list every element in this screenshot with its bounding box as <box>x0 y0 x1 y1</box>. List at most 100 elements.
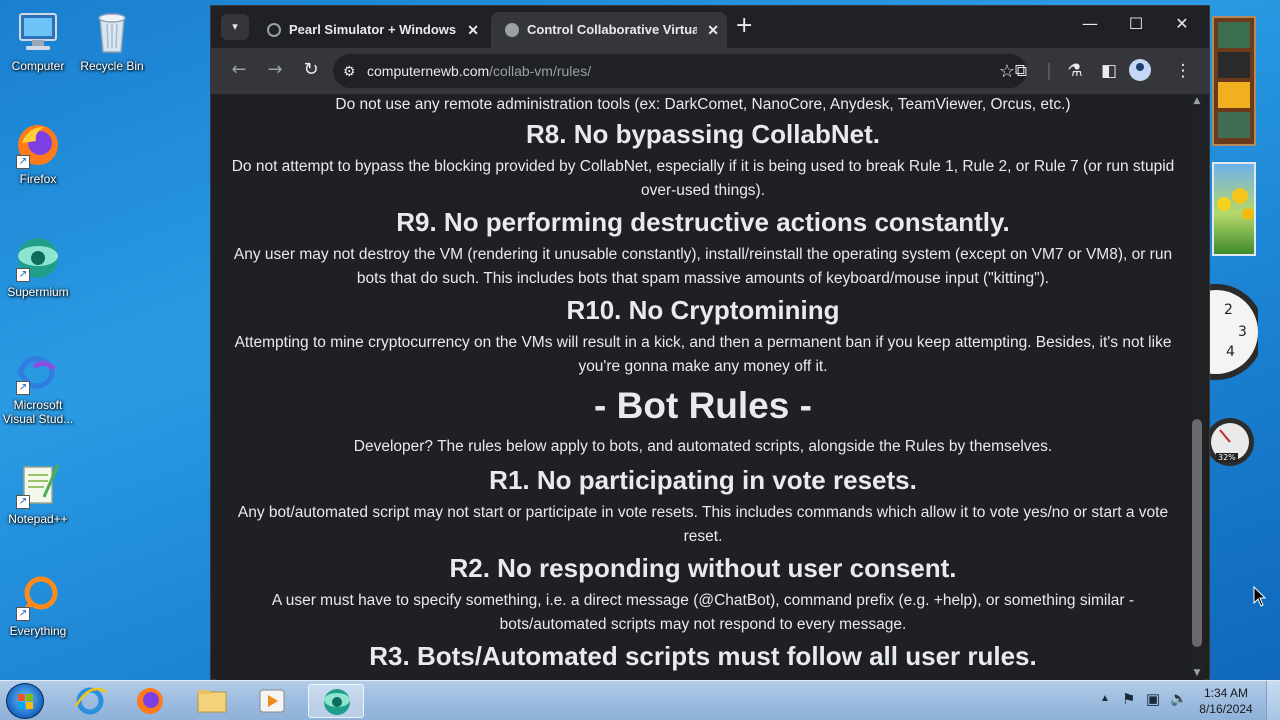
shortcut-arrow-icon: ↗ <box>16 268 30 282</box>
bot-rule-heading: R2. No responding without user consent. <box>449 553 957 583</box>
browser-toolbar: ← → ↻ ⚙ computernewb.com/collab-vm/rules… <box>211 48 1209 94</box>
labs-flask-icon[interactable]: ⚗ <box>1063 60 1087 82</box>
volume-muted-icon[interactable]: 🔈 <box>1170 690 1187 707</box>
show-desktop-button[interactable] <box>1266 681 1280 720</box>
desktop-icon-label: Everything <box>9 624 67 638</box>
side-panel-icon[interactable]: ◧ <box>1097 60 1121 82</box>
picture-gadget[interactable] <box>1212 162 1256 256</box>
chevron-down-icon: ▾ <box>232 20 238 33</box>
scroll-up-arrow-icon[interactable]: ▲ <box>1189 96 1205 106</box>
clock-date: 8/16/2024 <box>1199 702 1253 716</box>
desktop-icon-label: Computer <box>11 59 65 73</box>
desktop-icon-label: Supermium <box>7 285 69 299</box>
taskbar-firefox[interactable] <box>122 684 178 718</box>
forward-button[interactable]: → <box>263 60 287 80</box>
menu-kebab-icon[interactable]: ⋮ <box>1171 60 1195 82</box>
tab-strip: ▾ Pearl Simulator + Windows 7 - ✕ Contro… <box>211 6 1209 48</box>
clock-number: 2 <box>1224 302 1233 318</box>
bot-rules-intro: Developer? The rules below apply to bots… <box>353 438 1053 455</box>
minimize-button[interactable]: — <box>1067 14 1113 33</box>
desktop-icon-supermium[interactable]: ↗ Supermium <box>0 234 76 299</box>
bot-rule-text: A user must have to specify something, i… <box>271 592 1135 633</box>
globe-icon <box>505 23 519 37</box>
taskbar-media-player[interactable] <box>244 684 300 718</box>
close-tab-icon[interactable]: ✕ <box>467 12 479 48</box>
shortcut-arrow-icon: ↗ <box>16 607 30 621</box>
clock-icon <box>1168 284 1264 380</box>
clock-number: 3 <box>1238 324 1247 340</box>
desktop-icon-firefox[interactable]: ↗ Firefox <box>0 121 76 186</box>
rule-heading: R8. No bypassing CollabNet. <box>526 119 880 149</box>
action-center-flag-icon[interactable]: ⚑ <box>1122 690 1135 708</box>
media-player-icon <box>259 689 285 713</box>
url-host: computernewb.com <box>367 63 490 79</box>
bot-rule-heading: R3. Bots/Automated scripts must follow a… <box>369 641 1037 671</box>
desktop-icon-label: Notepad++ <box>8 512 68 526</box>
taskbar-supermium[interactable] <box>308 684 364 718</box>
bot-rule-heading: R1. No participating in vote resets. <box>489 465 917 495</box>
intro-text: Do not use any remote administration too… <box>335 96 1071 113</box>
tab-title: Control Collaborative Virtual M <box>527 22 697 37</box>
desktop-icon-everything[interactable]: ↗ Everything <box>0 573 76 638</box>
tab-title: Pearl Simulator + Windows 7 - <box>289 22 459 37</box>
slideshow-gadget[interactable] <box>1212 16 1256 146</box>
close-window-button[interactable]: ✕ <box>1159 14 1205 33</box>
shortcut-arrow-icon: ↗ <box>16 495 30 509</box>
rule-text: Any user may not destroy the VM (renderi… <box>233 246 1173 287</box>
address-url: computernewb.com/collab-vm/rules/ <box>367 54 591 88</box>
close-tab-icon[interactable]: ✕ <box>707 12 719 48</box>
supermium-icon: ↗ <box>14 234 62 282</box>
tab-search-button[interactable]: ▾ <box>221 14 249 40</box>
network-icon[interactable]: ▣ <box>1146 690 1160 708</box>
address-bar[interactable]: ⚙ computernewb.com/collab-vm/rules/ ☆ <box>333 54 1027 88</box>
computer-icon <box>14 8 62 56</box>
gadget-art-icon <box>1218 22 1250 138</box>
shortcut-arrow-icon: ↗ <box>16 381 30 395</box>
cpu-meter-gadget: 32% <box>1206 410 1256 470</box>
tab-control-collaborative[interactable]: Control Collaborative Virtual M ✕ <box>491 12 727 48</box>
taskbar-internet-explorer[interactable] <box>62 684 118 718</box>
mouse-cursor-icon <box>1253 586 1267 607</box>
rule-text: Attempting to mine cryptocurrency on the… <box>234 334 1172 375</box>
recycle-bin-icon <box>88 8 136 56</box>
firefox-icon <box>137 688 163 714</box>
desktop-icon-visual-studio[interactable]: ↗ Microsoft Visual Stud... <box>0 347 76 426</box>
new-tab-button[interactable]: + <box>735 14 753 38</box>
start-button[interactable] <box>6 683 44 719</box>
rule-heading: R10. No Cryptomining <box>566 295 840 325</box>
desktop-icon-label: Microsoft Visual Stud... <box>2 398 74 426</box>
site-info-icon[interactable]: ⚙ <box>343 54 356 88</box>
maximize-button[interactable]: ☐ <box>1113 14 1159 33</box>
internet-explorer-icon <box>74 687 107 715</box>
desktop-icon-notepad-plus-plus[interactable]: ↗ Notepad++ <box>0 461 76 526</box>
desktop-icon-label: Firefox <box>19 172 57 186</box>
bot-rule-text: Any bot/automated script may not start o… <box>237 504 1169 545</box>
firefox-icon: ↗ <box>14 121 62 169</box>
clock-gadget: 2 3 4 <box>1168 272 1264 392</box>
reload-button[interactable]: ↻ <box>299 60 323 80</box>
notepad-plus-plus-icon: ↗ <box>14 461 62 509</box>
visual-studio-icon: ↗ <box>14 347 62 395</box>
taskbar-file-explorer[interactable] <box>184 684 240 718</box>
globe-icon <box>267 23 281 37</box>
rule-heading: R9. No performing destructive actions co… <box>396 207 1010 237</box>
shortcut-arrow-icon: ↗ <box>16 155 30 169</box>
windows-logo-icon <box>18 694 34 710</box>
scrollbar-thumb[interactable] <box>1192 419 1202 647</box>
vertical-scrollbar[interactable]: ▲ ▼ <box>1189 94 1205 680</box>
bot-rules-heading: - Bot Rules - <box>594 385 812 426</box>
everything-search-icon: ↗ <box>14 573 62 621</box>
toolbar-divider: | <box>1046 61 1052 81</box>
clock-time: 1:34 AM <box>1203 686 1249 700</box>
back-button[interactable]: ← <box>227 60 251 80</box>
tulips-icon <box>1217 188 1254 220</box>
url-path: /collab-vm/rules/ <box>489 63 592 79</box>
desktop-icon-recycle-bin[interactable]: Recycle Bin <box>74 8 150 73</box>
show-hidden-icons-button[interactable]: ▲ <box>1100 693 1110 704</box>
profile-avatar[interactable] <box>1129 59 1151 81</box>
desktop-icon-computer[interactable]: Computer <box>0 8 76 73</box>
taskbar-clock[interactable]: 1:34 AM 8/16/2024 <box>1192 685 1260 717</box>
scroll-down-arrow-icon[interactable]: ▼ <box>1189 668 1205 678</box>
tab-pearl-simulator[interactable]: Pearl Simulator + Windows 7 - ✕ <box>253 12 487 48</box>
extensions-icon[interactable]: ⧉ <box>1009 60 1033 82</box>
